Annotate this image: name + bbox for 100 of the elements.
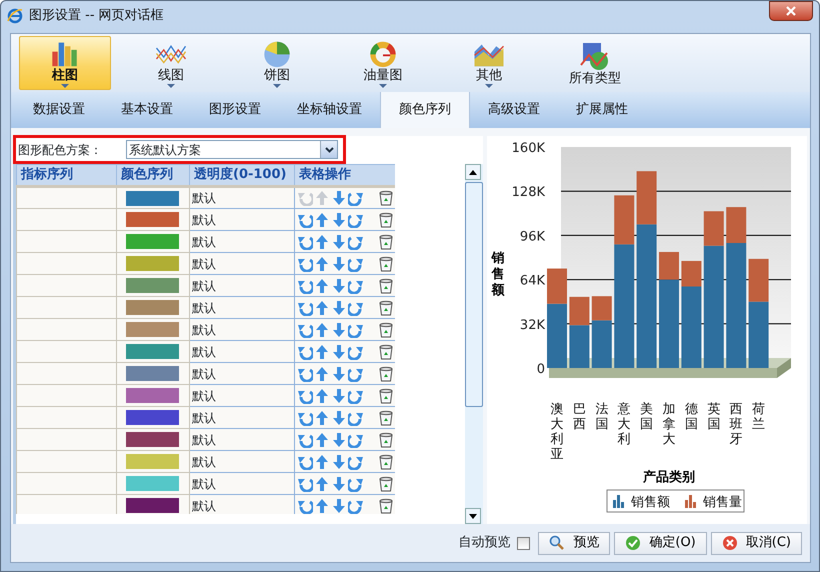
rotate-right-icon[interactable]: [348, 278, 364, 294]
color-swatch[interactable]: [126, 256, 179, 271]
up-arrow-icon[interactable]: [314, 322, 330, 338]
color-swatch[interactable]: [126, 388, 179, 403]
color-swatch[interactable]: [126, 234, 179, 249]
color-swatch[interactable]: [126, 190, 179, 206]
color-swatch[interactable]: [126, 300, 179, 315]
chart-type-button[interactable]: 其他: [443, 36, 535, 90]
up-arrow-icon[interactable]: [314, 278, 330, 294]
up-arrow-icon[interactable]: [314, 498, 330, 514]
rotate-right-icon[interactable]: [348, 476, 364, 492]
rotate-right-icon[interactable]: [348, 256, 364, 272]
scroll-down-button[interactable]: [465, 508, 482, 524]
up-arrow-icon[interactable]: [314, 388, 330, 404]
footer-button[interactable]: 预览: [538, 532, 610, 554]
chart-type-button[interactable]: 所有类型: [549, 36, 641, 90]
down-arrow-icon[interactable]: [331, 190, 347, 206]
rotate-left-icon[interactable]: [297, 454, 313, 470]
down-arrow-icon[interactable]: [331, 388, 347, 404]
tab[interactable]: 数据设置: [15, 92, 103, 128]
down-arrow-icon[interactable]: [331, 454, 347, 470]
down-arrow-icon[interactable]: [331, 212, 347, 228]
trash-icon[interactable]: [379, 454, 393, 470]
trash-icon[interactable]: [379, 476, 393, 492]
down-arrow-icon[interactable]: [331, 432, 347, 448]
down-arrow-icon[interactable]: [331, 498, 347, 514]
chart-type-button[interactable]: 柱图: [19, 36, 111, 90]
down-arrow-icon[interactable]: [331, 300, 347, 316]
rotate-left-icon[interactable]: [297, 300, 313, 316]
down-arrow-icon[interactable]: [331, 344, 347, 360]
rotate-left-icon[interactable]: [297, 432, 313, 448]
down-arrow-icon[interactable]: [331, 322, 347, 338]
tab[interactable]: 图形设置: [191, 92, 279, 128]
down-arrow-icon[interactable]: [331, 234, 347, 250]
tab[interactable]: 坐标轴设置: [279, 92, 380, 128]
checkbox[interactable]: [517, 536, 530, 550]
rotate-right-icon[interactable]: [348, 366, 364, 382]
color-swatch[interactable]: [126, 454, 179, 469]
rotate-right-icon[interactable]: [348, 322, 364, 338]
rotate-right-icon[interactable]: [348, 410, 364, 426]
down-arrow-icon[interactable]: [331, 366, 347, 382]
up-arrow-icon[interactable]: [314, 344, 330, 360]
tab[interactable]: 扩展属性: [558, 92, 646, 128]
rotate-right-icon[interactable]: [348, 190, 364, 206]
trash-icon[interactable]: [379, 322, 393, 338]
down-arrow-icon[interactable]: [331, 256, 347, 272]
trash-icon[interactable]: [379, 410, 393, 426]
rotate-left-icon[interactable]: [297, 256, 313, 272]
rotate-right-icon[interactable]: [348, 388, 364, 404]
rotate-left-icon[interactable]: [297, 212, 313, 228]
color-swatch[interactable]: [126, 344, 179, 359]
rotate-right-icon[interactable]: [348, 234, 364, 250]
rotate-left-icon[interactable]: [297, 234, 313, 250]
up-arrow-icon[interactable]: [314, 300, 330, 316]
rotate-left-icon[interactable]: [297, 366, 313, 382]
rotate-right-icon[interactable]: [348, 300, 364, 316]
rotate-right-icon[interactable]: [348, 454, 364, 470]
tab[interactable]: 基本设置: [103, 92, 191, 128]
up-arrow-icon[interactable]: [314, 432, 330, 448]
trash-icon[interactable]: [379, 366, 393, 382]
down-arrow-icon[interactable]: [331, 410, 347, 426]
up-arrow-icon[interactable]: [314, 234, 330, 250]
tab[interactable]: 颜色序列: [380, 92, 470, 128]
down-arrow-icon[interactable]: [331, 476, 347, 492]
color-swatch[interactable]: [126, 366, 179, 381]
trash-icon[interactable]: [379, 278, 393, 294]
trash-icon[interactable]: [379, 212, 393, 228]
color-swatch[interactable]: [126, 498, 179, 513]
color-swatch[interactable]: [126, 278, 179, 293]
rotate-right-icon[interactable]: [348, 212, 364, 228]
trash-icon[interactable]: [379, 234, 393, 250]
rotate-left-icon[interactable]: [297, 498, 313, 514]
trash-icon[interactable]: [379, 190, 393, 206]
color-swatch[interactable]: [126, 432, 179, 447]
rotate-right-icon[interactable]: [348, 344, 364, 360]
down-arrow-icon[interactable]: [331, 278, 347, 294]
tab[interactable]: 高级设置: [470, 92, 558, 128]
footer-button[interactable]: 确定(O): [614, 532, 707, 554]
rotate-left-icon[interactable]: [297, 388, 313, 404]
trash-icon[interactable]: [379, 432, 393, 448]
chart-type-button[interactable]: 线图: [125, 36, 217, 90]
rotate-left-icon[interactable]: [297, 344, 313, 360]
up-arrow-icon[interactable]: [314, 454, 330, 470]
color-swatch[interactable]: [126, 410, 179, 425]
trash-icon[interactable]: [379, 256, 393, 272]
rotate-left-icon[interactable]: [297, 476, 313, 492]
rotate-left-icon[interactable]: [297, 410, 313, 426]
color-swatch[interactable]: [126, 476, 179, 491]
rotate-right-icon[interactable]: [348, 498, 364, 514]
rotate-left-icon[interactable]: [297, 322, 313, 338]
rotate-right-icon[interactable]: [348, 432, 364, 448]
trash-icon[interactable]: [379, 300, 393, 316]
chart-type-button[interactable]: 饼图: [231, 36, 323, 90]
up-arrow-icon[interactable]: [314, 476, 330, 492]
up-arrow-icon[interactable]: [314, 212, 330, 228]
trash-icon[interactable]: [379, 344, 393, 360]
color-swatch[interactable]: [126, 322, 179, 337]
color-swatch[interactable]: [126, 212, 179, 227]
scheme-select[interactable]: 系统默认方案: [126, 140, 338, 159]
close-button[interactable]: [769, 1, 813, 21]
